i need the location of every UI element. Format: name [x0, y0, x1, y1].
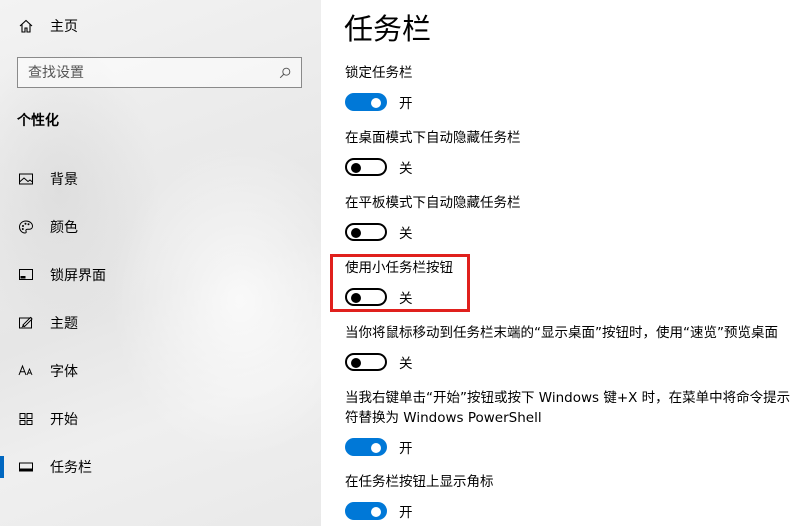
toggle-knob	[371, 443, 381, 453]
setting-badges: 在任务栏按钮上显示角标 开	[345, 472, 795, 521]
powershell-toggle[interactable]	[345, 438, 387, 456]
toggle-state-label: 开	[399, 441, 413, 457]
home-label: 主页	[50, 19, 78, 35]
sidebar-item-fonts[interactable]: 字体	[0, 347, 321, 395]
setting-label: 在平板模式下自动隐藏任务栏	[345, 195, 521, 211]
toggle-state-label: 关	[399, 356, 413, 372]
setting-label: 在桌面模式下自动隐藏任务栏	[345, 130, 521, 146]
autohide-desktop-toggle[interactable]	[345, 158, 387, 176]
sidebar-item-label: 字体	[50, 364, 78, 380]
highlight-box	[330, 254, 470, 312]
setting-label: 锁定任务栏	[345, 65, 413, 81]
toggle-knob	[371, 507, 381, 517]
setting-label: 当你将鼠标移动到任务栏末端的“显示桌面”按钮时，使用“速览”预览桌面	[345, 325, 778, 341]
setting-autohide-tablet: 在平板模式下自动隐藏任务栏 关	[345, 193, 795, 242]
theme-brush-icon	[17, 314, 35, 332]
sidebar-item-background[interactable]: 背景	[0, 155, 321, 203]
setting-powershell: 当我右键单击“开始”按钮或按下 Windows 键+X 时，在菜单中将命令提示符…	[345, 388, 795, 457]
peek-desktop-toggle[interactable]	[345, 353, 387, 371]
search-box[interactable]	[17, 57, 302, 88]
badges-toggle[interactable]	[345, 502, 387, 520]
sidebar-item-label: 任务栏	[50, 460, 92, 476]
toggle-state-label: 开	[399, 96, 413, 112]
setting-peek-desktop: 当你将鼠标移动到任务栏末端的“显示桌面”按钮时，使用“速览”预览桌面 关	[345, 323, 803, 372]
home-nav-item[interactable]: 主页	[17, 14, 78, 38]
toggle-state-label: 开	[399, 505, 413, 521]
setting-label: 在任务栏按钮上显示角标	[345, 474, 494, 490]
sidebar-item-themes[interactable]: 主题	[0, 299, 321, 347]
toggle-knob	[351, 163, 361, 173]
lock-taskbar-toggle[interactable]	[345, 93, 387, 111]
sidebar-item-start[interactable]: 开始	[0, 395, 321, 443]
sidebar-item-label: 主题	[50, 316, 78, 332]
sidebar-item-lock-screen[interactable]: 锁屏界面	[0, 251, 321, 299]
settings-window: 主页 个性化 背景 颜色	[0, 0, 803, 526]
sidebar-item-label: 开始	[50, 412, 78, 428]
font-icon	[17, 362, 35, 380]
start-grid-icon	[17, 410, 35, 428]
setting-lock-taskbar: 锁定任务栏 开	[345, 63, 795, 112]
toggle-knob	[371, 98, 381, 108]
palette-icon	[17, 218, 35, 236]
sidebar: 主页 个性化 背景 颜色	[0, 0, 321, 526]
toggle-knob	[351, 358, 361, 368]
picture-icon	[17, 170, 35, 188]
section-title: 个性化	[17, 113, 59, 129]
search-input[interactable]	[18, 63, 273, 82]
page-title: 任务栏	[344, 12, 432, 46]
sidebar-item-colors[interactable]: 颜色	[0, 203, 321, 251]
lock-screen-icon	[17, 266, 35, 284]
sidebar-item-label: 锁屏界面	[50, 268, 106, 284]
sidebar-item-taskbar[interactable]: 任务栏	[0, 443, 321, 491]
sidebar-item-label: 颜色	[50, 220, 78, 236]
toggle-state-label: 关	[399, 161, 413, 177]
autohide-tablet-toggle[interactable]	[345, 223, 387, 241]
toggle-knob	[351, 228, 361, 238]
search-icon[interactable]	[273, 66, 297, 80]
setting-label: 当我右键单击“开始”按钮或按下 Windows 键+X 时，在菜单中将命令提示符…	[345, 390, 791, 426]
taskbar-icon	[17, 458, 35, 476]
home-icon	[17, 17, 35, 35]
sidebar-nav: 背景 颜色 锁屏界面 主题 字体 开始 任务栏	[0, 155, 321, 491]
toggle-state-label: 关	[399, 226, 413, 242]
setting-autohide-desktop: 在桌面模式下自动隐藏任务栏 关	[345, 128, 795, 177]
sidebar-item-label: 背景	[50, 172, 78, 188]
